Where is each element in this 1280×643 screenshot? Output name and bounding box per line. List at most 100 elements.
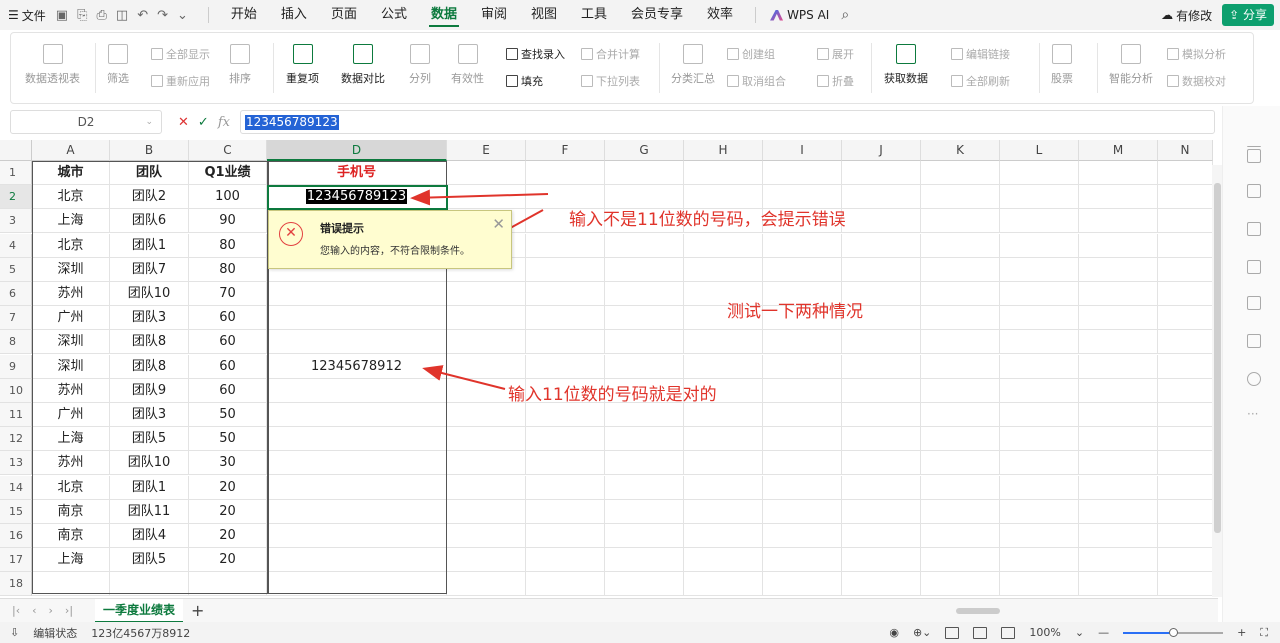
cell-f7[interactable] [526,306,605,331]
cell-m1[interactable] [1079,161,1158,185]
cell-d2[interactable]: 123456789123 [267,185,447,210]
cell-k9[interactable] [921,354,1000,379]
cell-l17[interactable] [1000,548,1079,573]
scrollbar-thumb[interactable] [1214,183,1221,533]
simulation-button[interactable]: 模拟分析 [1167,46,1226,62]
function-icon[interactable]: fx [218,115,230,130]
cell-g11[interactable] [605,403,684,427]
cell-g15[interactable] [605,499,684,524]
cell-i9[interactable] [763,354,842,379]
cell-m7[interactable] [1079,306,1158,331]
cell-d11[interactable] [267,403,447,427]
cell-a6[interactable]: 苏州 [32,282,110,306]
cell-j16[interactable] [842,524,921,548]
column-header-f[interactable]: F [526,140,605,161]
column-header-m[interactable]: M [1079,140,1158,161]
cell-a5[interactable]: 深圳 [32,257,110,282]
cell-f9[interactable] [526,354,605,379]
cell-j4[interactable] [842,233,921,258]
cell-n9[interactable] [1158,354,1213,379]
vertical-scrollbar[interactable] [1212,165,1222,597]
cell-i4[interactable] [763,233,842,258]
cell-i17[interactable] [763,548,842,573]
cell-m17[interactable] [1079,548,1158,573]
cell-n17[interactable] [1158,548,1213,573]
tab-9[interactable]: 会员专享 [619,0,695,30]
cell-l9[interactable] [1000,354,1079,379]
tab-10[interactable]: 效率 [695,0,745,30]
cell-a15[interactable]: 南京 [32,499,110,524]
cell-c18[interactable] [189,572,267,597]
cell-m11[interactable] [1079,403,1158,427]
cell-a1[interactable]: 城市 [32,161,110,185]
cell-k16[interactable] [921,524,1000,548]
cell-e15[interactable] [447,499,526,524]
cell-n6[interactable] [1158,282,1213,306]
cell-d18[interactable] [267,572,447,597]
row-header-4[interactable]: 4 [0,233,32,258]
cell-b17[interactable]: 团队5 [110,548,189,573]
cell-k18[interactable] [921,572,1000,597]
more-icon[interactable]: ··· [1247,408,1261,424]
cell-h15[interactable] [684,499,763,524]
row-header-13[interactable]: 13 [0,451,32,476]
file-menu[interactable]: ☰ 文件 [8,7,46,24]
edit-links-button[interactable]: 编辑链接 [951,46,1010,62]
cell-g17[interactable] [605,548,684,573]
cell-n10[interactable] [1158,378,1213,403]
formula-input[interactable]: 123456789123 [239,110,1215,134]
cell-j3[interactable] [842,209,921,234]
chevron-down-icon[interactable]: ⌄ [177,8,188,23]
cell-n11[interactable] [1158,403,1213,427]
cell-m8[interactable] [1079,330,1158,355]
subtotal-button[interactable]: 分类汇总 [671,44,715,86]
close-icon[interactable]: ✕ [492,215,505,233]
row-header-17[interactable]: 17 [0,548,32,573]
cell-j1[interactable] [842,161,921,185]
cell-b7[interactable]: 团队3 [110,306,189,331]
status-mode-icon[interactable]: ⇩ [10,626,19,639]
cell-m6[interactable] [1079,282,1158,306]
cell-a13[interactable]: 苏州 [32,451,110,476]
cell-n16[interactable] [1158,524,1213,548]
cell-n7[interactable] [1158,306,1213,331]
cell-f5[interactable] [526,257,605,282]
cell-b13[interactable]: 团队10 [110,451,189,476]
cell-a18[interactable] [32,572,110,597]
cell-c14[interactable]: 20 [189,475,267,500]
cell-g13[interactable] [605,451,684,476]
show-all-button[interactable]: 全部显示 [151,46,210,62]
view-options-icon[interactable]: ⊕⌄ [913,626,931,639]
cell-j15[interactable] [842,499,921,524]
cell-l18[interactable] [1000,572,1079,597]
wps-ai-button[interactable]: WPS AI [770,8,829,22]
tab-1[interactable]: 开始 [219,0,269,30]
cell-f15[interactable] [526,499,605,524]
cell-e12[interactable] [447,427,526,452]
data-compare-button[interactable]: 数据对比 [341,44,385,86]
cell-h18[interactable] [684,572,763,597]
cell-i1[interactable] [763,161,842,185]
cell-n8[interactable] [1158,330,1213,355]
cell-i14[interactable] [763,475,842,500]
sort-button[interactable]: 排序 [229,44,251,86]
column-header-e[interactable]: E [447,140,526,161]
column-header-l[interactable]: L [1000,140,1079,161]
cell-h11[interactable] [684,403,763,427]
cell-j18[interactable] [842,572,921,597]
cell-a4[interactable]: 北京 [32,233,110,258]
undo-icon[interactable]: ↶ [137,8,148,23]
column-header-i[interactable]: I [763,140,842,161]
cell-f17[interactable] [526,548,605,573]
cell-b2[interactable]: 团队2 [110,185,189,210]
row-header-9[interactable]: 9 [0,354,32,379]
horizontal-scrollbar[interactable] [926,607,1196,615]
cell-k11[interactable] [921,403,1000,427]
row-header-18[interactable]: 18 [0,572,32,597]
cell-g8[interactable] [605,330,684,355]
fill-button[interactable]: 填充 [506,73,543,89]
cell-b10[interactable]: 团队9 [110,378,189,403]
row-header-8[interactable]: 8 [0,330,32,355]
cell-k2[interactable] [921,185,1000,210]
cell-g1[interactable] [605,161,684,185]
